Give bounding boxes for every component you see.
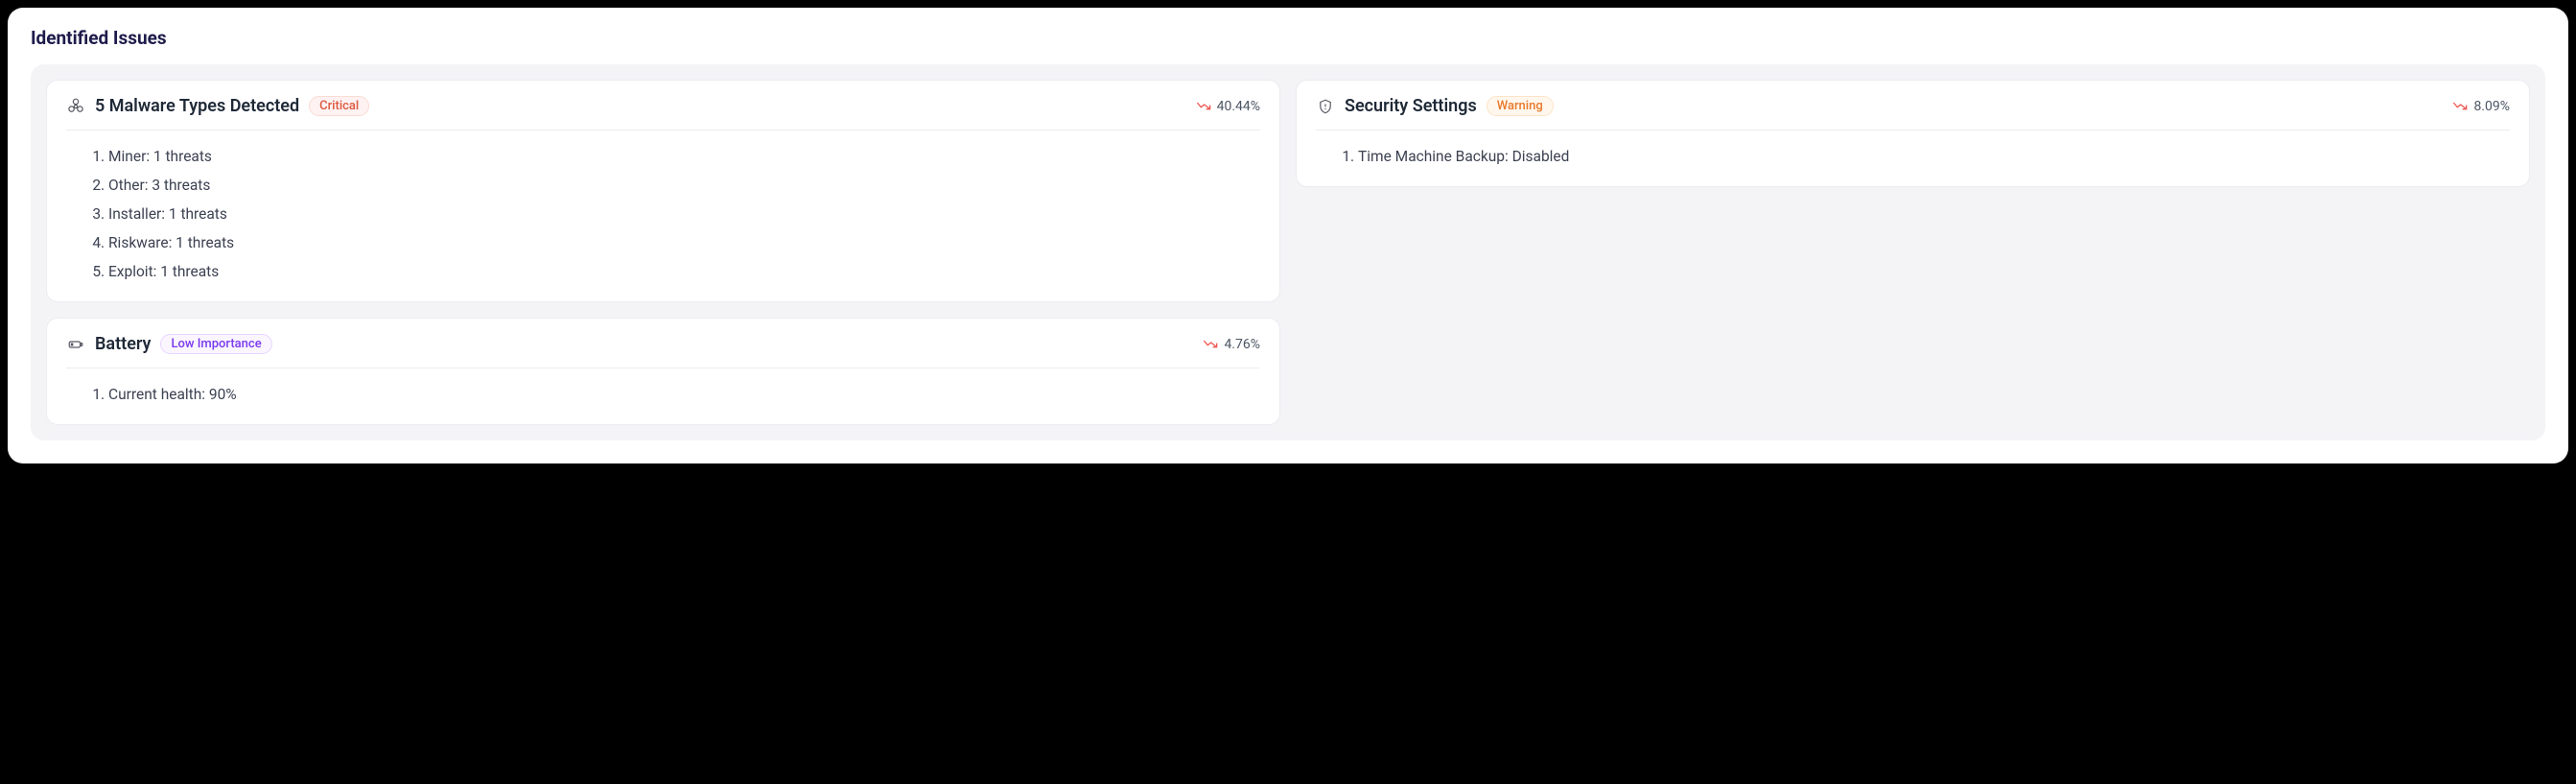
issue-list: Current health: 90% [66, 380, 1260, 409]
right-column: Security Settings Warning 8.09% [1296, 80, 2530, 187]
issue-list: Time Machine Backup: Disabled [1316, 142, 2510, 171]
battery-icon [66, 335, 85, 354]
card-title: Battery [95, 334, 151, 354]
issue-list: Miner: 1 threats Other: 3 threats Instal… [66, 142, 1260, 286]
trend-value: 8.09% [2452, 99, 2510, 114]
left-column: 5 Malware Types Detected Critical 40.44% [46, 80, 1280, 425]
trend-down-icon [2452, 101, 2468, 112]
list-item: Riskware: 1 threats [108, 228, 1260, 257]
severity-badge: Low Importance [160, 334, 271, 354]
page-title: Identified Issues [31, 27, 2545, 49]
severity-badge: Warning [1487, 96, 1554, 116]
window: Identified Issues [8, 8, 2568, 463]
shield-icon [1316, 97, 1335, 116]
card-title: Security Settings [1345, 96, 1477, 116]
trend-down-icon [1196, 101, 1211, 112]
list-item: Time Machine Backup: Disabled [1358, 142, 2510, 171]
card-malware[interactable]: 5 Malware Types Detected Critical 40.44% [46, 80, 1280, 302]
list-item: Miner: 1 threats [108, 142, 1260, 171]
trend-percent: 40.44% [1217, 99, 1260, 114]
trend-down-icon [1203, 339, 1218, 350]
list-item: Installer: 1 threats [108, 200, 1260, 228]
card-body: Miner: 1 threats Other: 3 threats Instal… [66, 131, 1260, 286]
card-header: Security Settings Warning 8.09% [1316, 96, 2510, 131]
card-body: Time Machine Backup: Disabled [1316, 131, 2510, 171]
list-item: Current health: 90% [108, 380, 1260, 409]
trend-percent: 8.09% [2473, 99, 2510, 114]
card-title: 5 Malware Types Detected [95, 96, 299, 116]
list-item: Exploit: 1 threats [108, 257, 1260, 286]
severity-badge: Critical [309, 96, 369, 116]
card-header: Battery Low Importance 4.76% [66, 334, 1260, 368]
list-item: Other: 3 threats [108, 171, 1260, 200]
cards-grid: 5 Malware Types Detected Critical 40.44% [46, 80, 2530, 425]
issues-panel: 5 Malware Types Detected Critical 40.44% [31, 64, 2545, 440]
biohazard-icon [66, 97, 85, 116]
card-body: Current health: 90% [66, 368, 1260, 409]
card-battery[interactable]: Battery Low Importance 4.76% [46, 318, 1280, 425]
trend-percent: 4.76% [1224, 337, 1260, 352]
card-header: 5 Malware Types Detected Critical 40.44% [66, 96, 1260, 131]
card-security-settings[interactable]: Security Settings Warning 8.09% [1296, 80, 2530, 187]
trend-value: 40.44% [1196, 99, 1260, 114]
trend-value: 4.76% [1203, 337, 1260, 352]
